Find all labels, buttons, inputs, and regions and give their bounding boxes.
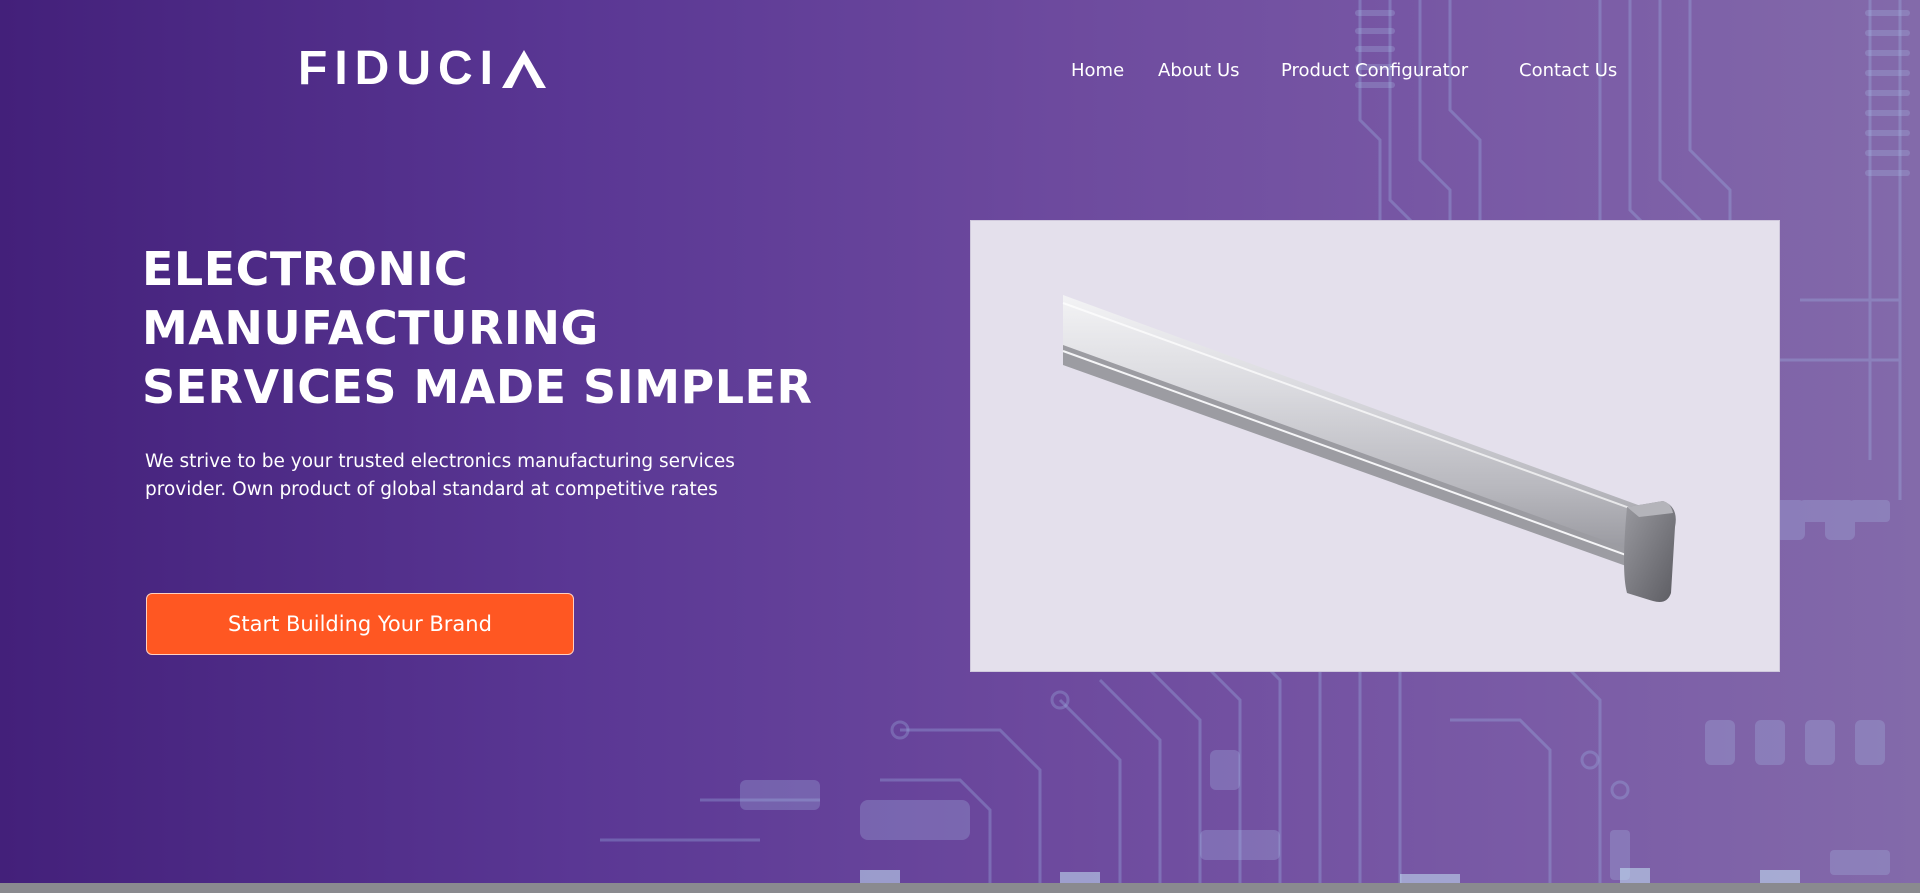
hero-section: FIDUCI Home About Us Product Configurato… [0,0,1920,883]
fiducia-logo[interactable]: FIDUCI [298,42,546,95]
headline-line-1: ELECTRONIC [142,242,469,296]
led-tube-image [1062,295,1676,602]
logo-a-mark-icon [501,50,546,88]
start-building-brand-button[interactable]: Start Building Your Brand [146,593,574,655]
product-image-frame [970,220,1780,672]
headline-line-3: SERVICES MADE SIMPLER [142,360,813,414]
logo-text: FIDUCI [298,42,500,95]
subtext-line-1: We strive to be your trusted electronics… [145,451,735,472]
nav-contact-us[interactable]: Contact Us [1519,60,1617,81]
headline-line-2: MANUFACTURING [142,301,599,355]
hero-subtext: We strive to be your trusted electronics… [145,448,785,504]
nav-about-us[interactable]: About Us [1158,60,1240,81]
nav-home[interactable]: Home [1071,60,1124,81]
subtext-line-2: provider. Own product of global standard… [145,479,718,500]
bottom-strip [0,883,1920,893]
hero-headline: ELECTRONIC MANUFACTURING SERVICES MADE S… [142,240,842,417]
nav-product-configurator[interactable]: Product Configurator [1281,60,1468,81]
